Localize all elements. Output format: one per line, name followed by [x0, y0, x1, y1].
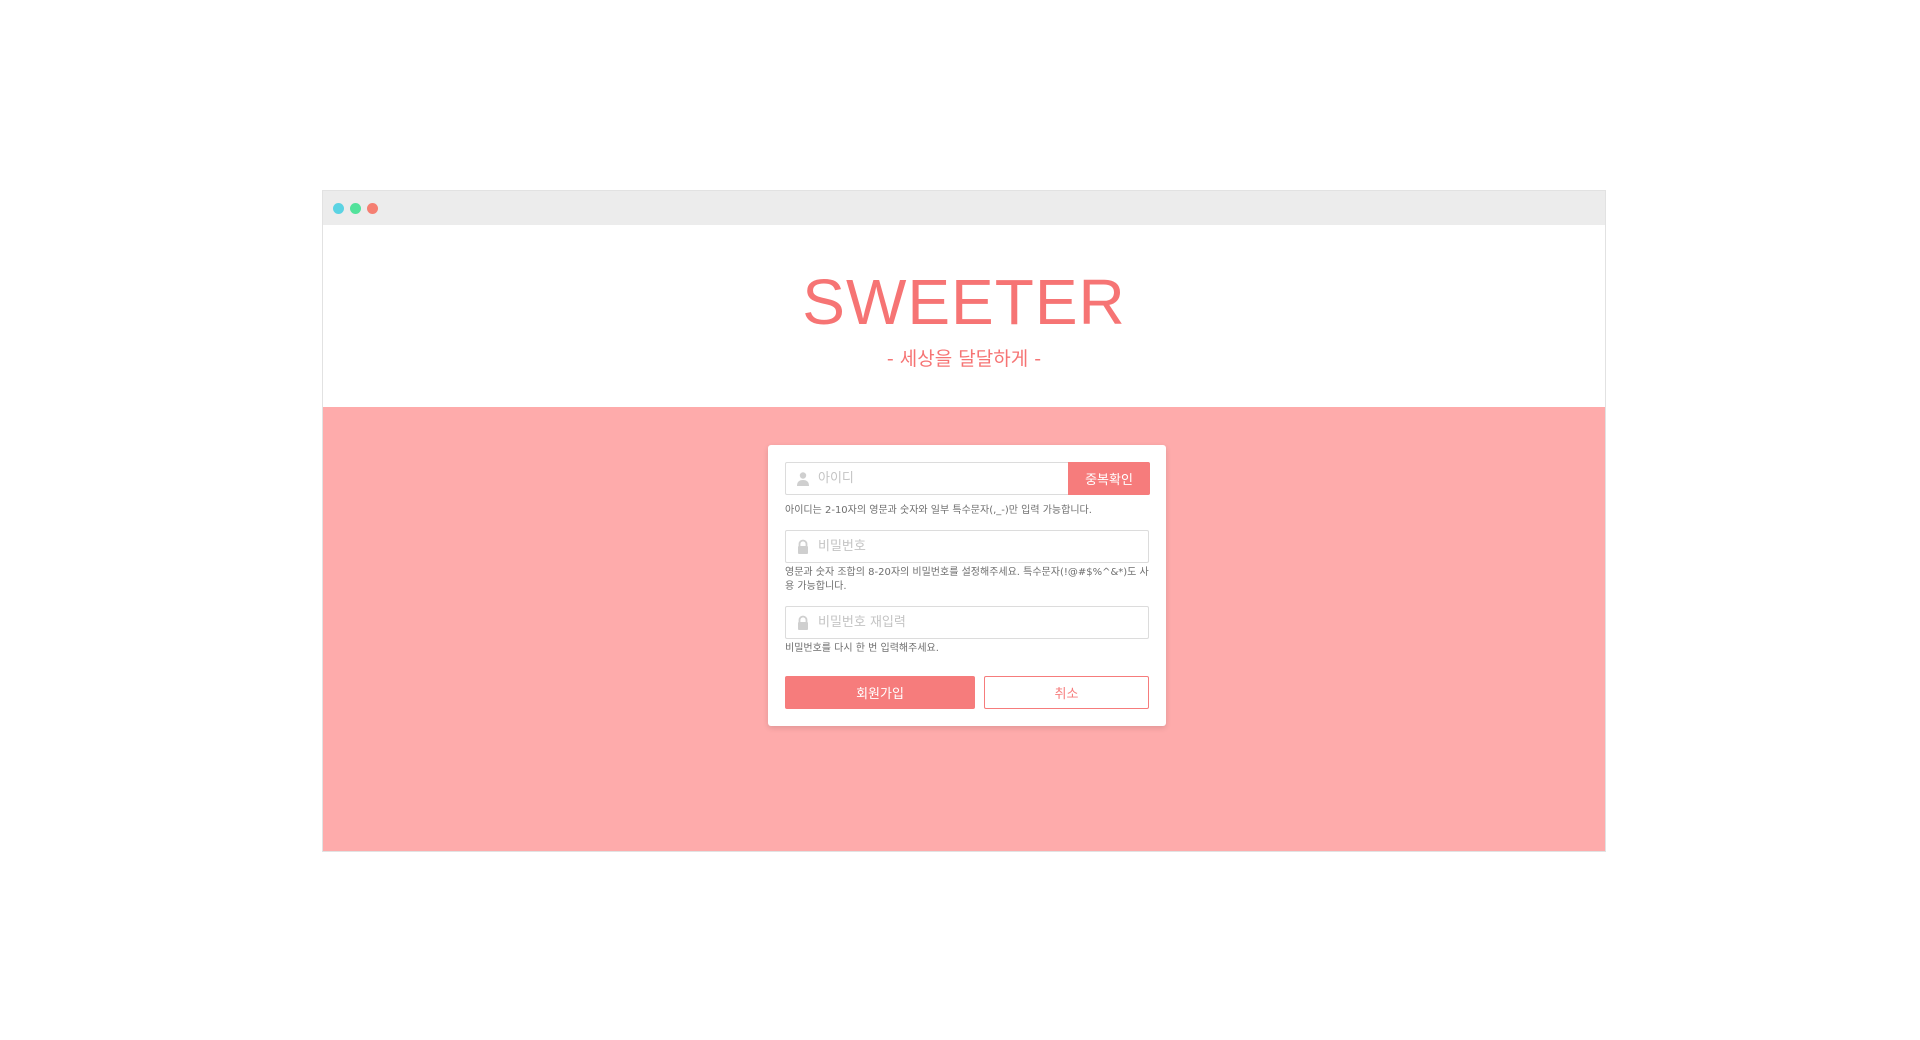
password-confirm-hint: 비밀번호를 다시 한 번 입력해주세요. [785, 643, 939, 654]
id-field: 중복확인 [785, 462, 1150, 495]
browser-window: SWEETER - 세상을 달달하게 - 중복확인 아이디는 2-10자의 영문… [322, 190, 1606, 852]
window-titlebar [323, 191, 1605, 225]
window-maximize-dot[interactable] [367, 203, 378, 214]
site-logo[interactable]: SWEETER [323, 267, 1605, 337]
password-confirm-field [785, 606, 1149, 639]
window-close-dot[interactable] [333, 203, 344, 214]
id-input[interactable] [818, 463, 1058, 494]
password-field [785, 530, 1149, 563]
lock-icon [796, 539, 810, 555]
signup-section: 중복확인 아이디는 2-10자의 영문과 숫자와 일부 특수문자(,_-)만 입… [323, 407, 1605, 851]
signup-card: 중복확인 아이디는 2-10자의 영문과 숫자와 일부 특수문자(,_-)만 입… [768, 445, 1166, 726]
lock-icon [796, 615, 810, 631]
user-icon [796, 471, 810, 487]
password-confirm-input[interactable] [818, 607, 1138, 638]
cancel-button[interactable]: 취소 [984, 676, 1149, 709]
site-slogan: - 세상을 달달하게 - [886, 348, 1042, 370]
id-hint: 아이디는 2-10자의 영문과 숫자와 일부 특수문자(,_-)만 입력 가능합… [785, 505, 1092, 516]
site-header: SWEETER - 세상을 달달하게 - [323, 225, 1605, 407]
signup-button[interactable]: 회원가입 [785, 676, 975, 709]
password-hint: 영문과 숫자 조합의 8-20자의 비밀번호를 설정해주세요. 특수문자(!@#… [785, 567, 1149, 592]
window-minimize-dot[interactable] [350, 203, 361, 214]
password-input[interactable] [818, 531, 1138, 562]
id-duplicate-check-button[interactable]: 중복확인 [1068, 462, 1150, 495]
